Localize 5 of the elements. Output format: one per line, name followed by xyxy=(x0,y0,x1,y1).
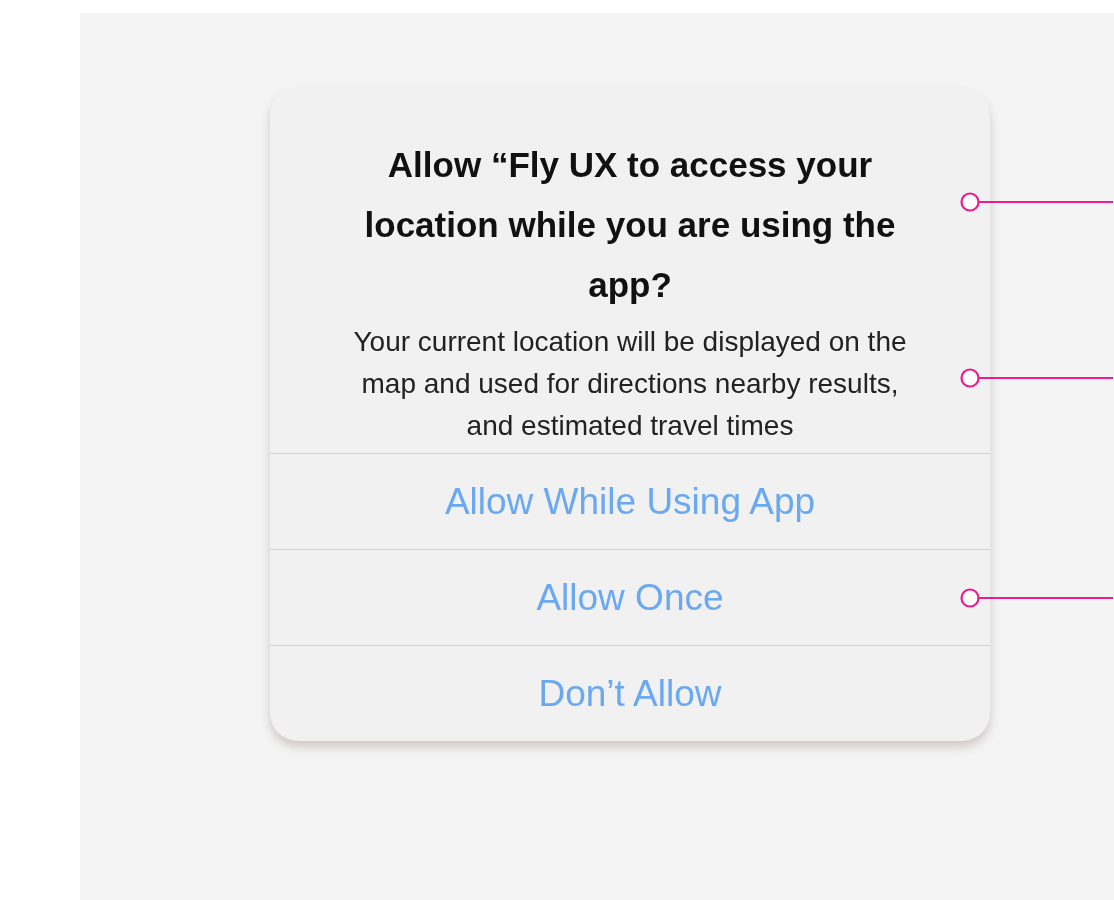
alert-title: Allow “Fly UX to access your location while you are using the app? xyxy=(363,144,897,306)
alert-button[interactable]: Allow Once xyxy=(270,550,990,645)
alert-message: Your current location will be displayed on the map and used for directions nearby results, and estimated travel times xyxy=(352,325,908,443)
alert-button[interactable]: Allow While Using App xyxy=(270,454,990,549)
alert-button[interactable]: Don’t Allow xyxy=(270,646,990,741)
